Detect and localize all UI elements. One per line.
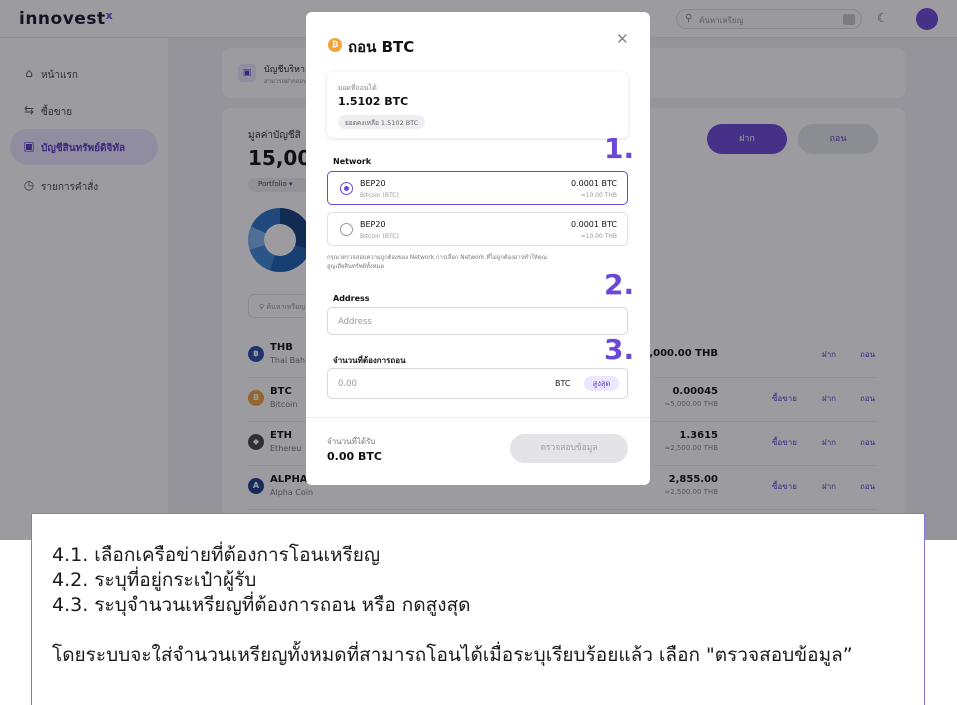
amount-input[interactable]: 0.00 BTC สูงสุด xyxy=(327,368,628,399)
network-name: BEP20 xyxy=(360,179,386,188)
modal-divider xyxy=(306,417,650,418)
network-warning-line-2: สูญเสียสินทรัพย์ทั้งหมด xyxy=(327,264,385,270)
network-fee: 0.0001 BTC xyxy=(570,220,617,229)
verify-button[interactable]: ตรวจสอบข้อมูล xyxy=(510,434,628,463)
receive-value: 0.00 BTC xyxy=(327,450,382,463)
amount-label: จำนวนที่ต้องการถอน xyxy=(333,356,406,365)
close-icon[interactable]: ✕ xyxy=(616,30,629,48)
balance-card: ยอดที่ถอนได้ 1.5102 BTC ยอดคงเหลือ 1.510… xyxy=(327,72,628,138)
address-label: Address xyxy=(333,294,370,303)
balance-label: ยอดที่ถอนได้ xyxy=(338,84,377,92)
network-coin: Bitcoin (BTC) xyxy=(360,233,399,240)
network-fee-thb: ≈10.00 THB xyxy=(580,192,617,199)
step-3-marker: 3. xyxy=(604,333,635,366)
address-input[interactable]: Address xyxy=(327,307,628,335)
step-1-marker: 1. xyxy=(604,132,635,165)
step-2-marker: 2. xyxy=(604,268,635,301)
receive-label: จำนวนที่ได้รับ xyxy=(327,437,376,446)
network-option-1[interactable]: BEP20 Bitcoin (BTC) 0.0001 BTC ≈10.00 TH… xyxy=(327,171,628,205)
stage: innovestx ⚲ ค้นหาเหรียญ ☾ ⌂ หน้าแรก ⇆ ซื้อข… xyxy=(0,0,957,705)
withdraw-modal: ₿ ถอน BTC ✕ ยอดที่ถอนได้ 1.5102 BTC ยอดค… xyxy=(306,12,650,485)
max-button[interactable]: สูงสุด xyxy=(584,376,619,391)
amount-placeholder: 0.00 xyxy=(338,379,357,389)
balance-value: 1.5102 BTC xyxy=(338,95,409,108)
instruction-line-4: โดยระบบจะใส่จำนวนเหรียญทั้งหมดที่สามารถโ… xyxy=(52,644,853,666)
network-warning-note: กรุณาตรวจสอบความถูกต้องของ Network การเล… xyxy=(327,254,587,272)
modal-title: ถอน BTC xyxy=(348,38,415,56)
address-placeholder: Address xyxy=(338,317,372,327)
network-coin: Bitcoin (BTC) xyxy=(360,192,399,199)
instruction-box: 4.1. เลือกเครือข่ายที่ต้องการโอนเหรียญ 4… xyxy=(31,513,925,705)
network-fee-thb: ≈10.00 THB xyxy=(580,233,617,240)
network-label: Network xyxy=(333,157,372,166)
remaining-badge: ยอดคงเหลือ 1.5102 BTC xyxy=(338,115,426,129)
network-warning-line-1: กรุณาตรวจสอบความถูกต้องของ Network การเล… xyxy=(327,255,548,261)
network-name: BEP20 xyxy=(360,220,386,229)
radio-empty-icon xyxy=(340,223,353,236)
instruction-line-3: 4.3. ระบุจำนวนเหรียญที่ต้องการถอน หรือ ก… xyxy=(52,594,471,616)
network-option-2[interactable]: BEP20 Bitcoin (BTC) 0.0001 BTC ≈10.00 TH… xyxy=(327,212,628,246)
amount-unit: BTC xyxy=(555,379,571,388)
radio-selected-icon xyxy=(340,182,353,195)
bitcoin-icon: ₿ xyxy=(328,38,342,52)
network-fee: 0.0001 BTC xyxy=(570,179,617,188)
